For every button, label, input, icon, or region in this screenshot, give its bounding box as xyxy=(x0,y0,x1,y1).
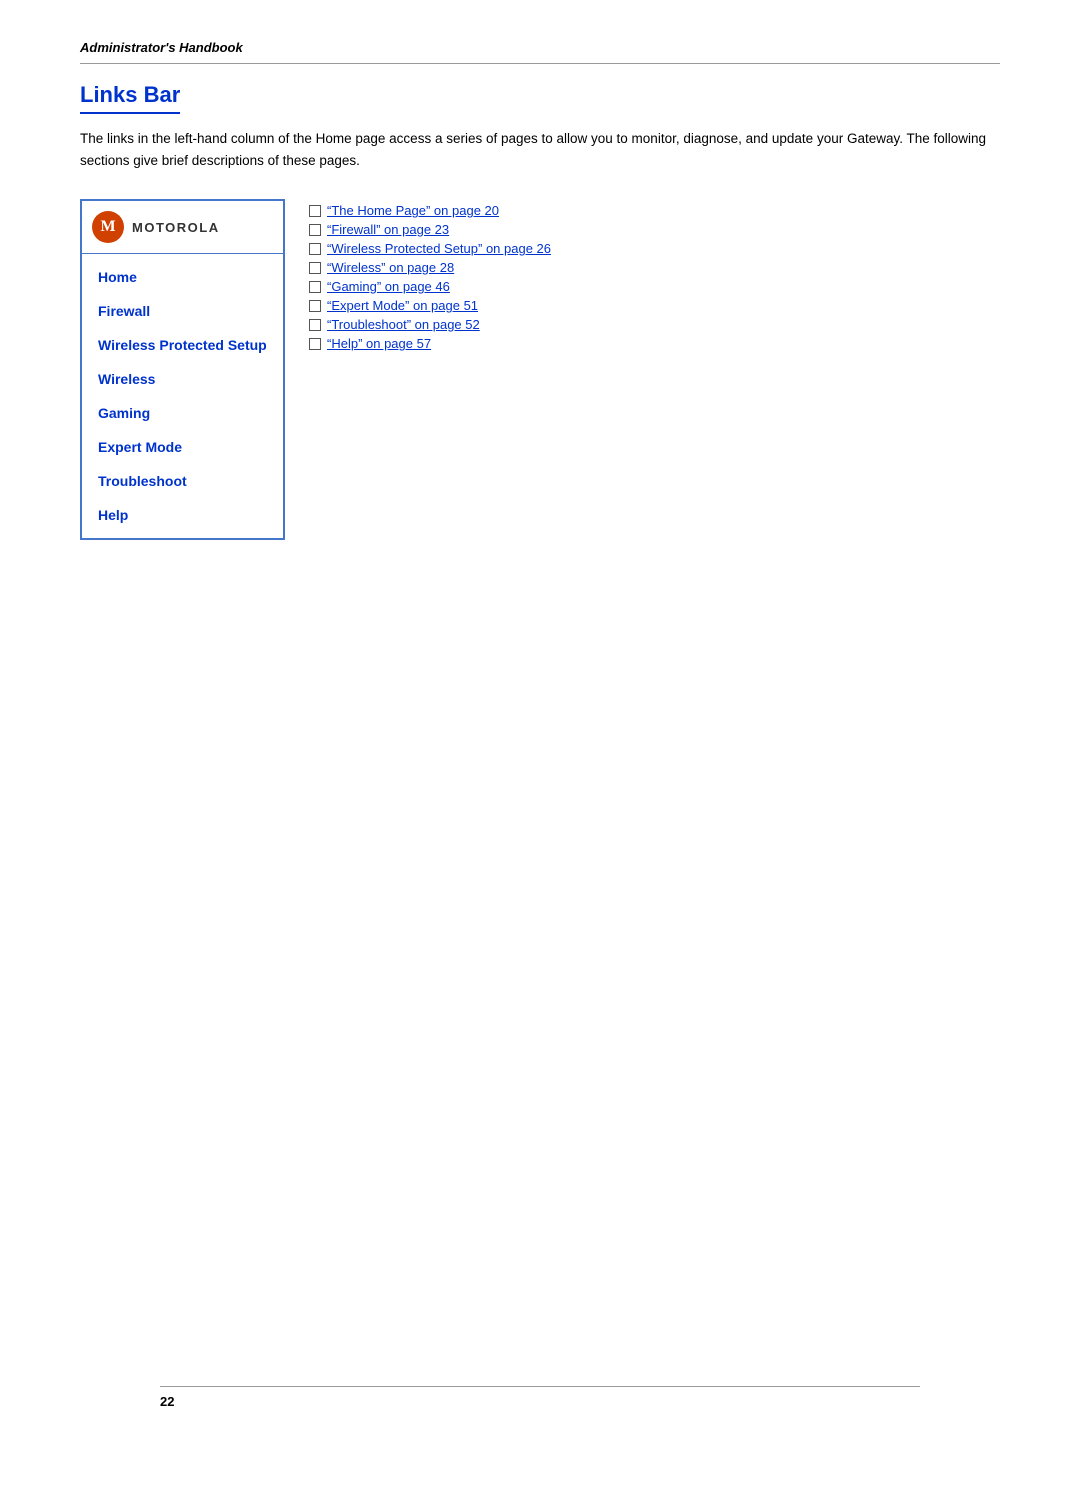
header-italic: Administrator's Handbook xyxy=(80,40,1000,55)
checkbox-icon xyxy=(309,243,321,255)
link-troubleshoot[interactable]: “Troubleshoot” on page 52 xyxy=(327,317,480,332)
page-title: Links Bar xyxy=(80,82,180,114)
nav-items-list: Home Firewall Wireless Protected Setup W… xyxy=(82,254,283,538)
nav-item-expert-mode[interactable]: Expert Mode xyxy=(82,430,283,464)
link-wireless[interactable]: “Wireless” on page 28 xyxy=(327,260,454,275)
nav-item-help[interactable]: Help xyxy=(82,498,283,532)
motorola-m-letter: M xyxy=(100,219,115,235)
motorola-header: M MOTOROLA xyxy=(82,201,283,254)
motorola-logo: M xyxy=(92,211,124,243)
list-item: “Expert Mode” on page 51 xyxy=(309,298,551,313)
page-number: 22 xyxy=(160,1394,174,1409)
bottom-divider xyxy=(160,1386,920,1387)
nav-item-wireless[interactable]: Wireless xyxy=(82,362,283,396)
page-links-list: “The Home Page” on page 20 “Firewall” on… xyxy=(309,199,551,355)
link-firewall[interactable]: “Firewall” on page 23 xyxy=(327,222,449,237)
link-expert-mode[interactable]: “Expert Mode” on page 51 xyxy=(327,298,478,313)
list-item: “Firewall” on page 23 xyxy=(309,222,551,237)
list-item: “The Home Page” on page 20 xyxy=(309,203,551,218)
list-item: “Wireless Protected Setup” on page 26 xyxy=(309,241,551,256)
link-help[interactable]: “Help” on page 57 xyxy=(327,336,431,351)
list-item: “Help” on page 57 xyxy=(309,336,551,351)
nav-item-home[interactable]: Home xyxy=(82,260,283,294)
checkbox-icon xyxy=(309,281,321,293)
nav-panel: M MOTOROLA Home Firewall Wireless Protec… xyxy=(80,199,285,540)
checkbox-icon xyxy=(309,224,321,236)
nav-item-firewall[interactable]: Firewall xyxy=(82,294,283,328)
link-wireless-protected-setup[interactable]: “Wireless Protected Setup” on page 26 xyxy=(327,241,551,256)
list-item: “Wireless” on page 28 xyxy=(309,260,551,275)
content-area: M MOTOROLA Home Firewall Wireless Protec… xyxy=(80,199,1000,540)
checkbox-icon xyxy=(309,262,321,274)
checkbox-icon xyxy=(309,338,321,350)
link-gaming[interactable]: “Gaming” on page 46 xyxy=(327,279,450,294)
nav-item-troubleshoot[interactable]: Troubleshoot xyxy=(82,464,283,498)
motorola-brand-text: MOTOROLA xyxy=(132,220,220,235)
nav-item-wireless-protected-setup[interactable]: Wireless Protected Setup xyxy=(82,328,283,362)
intro-paragraph: The links in the left-hand column of the… xyxy=(80,128,1000,171)
link-home-page[interactable]: “The Home Page” on page 20 xyxy=(327,203,499,218)
checkbox-icon xyxy=(309,319,321,331)
list-item: “Troubleshoot” on page 52 xyxy=(309,317,551,332)
list-item: “Gaming” on page 46 xyxy=(309,279,551,294)
nav-item-gaming[interactable]: Gaming xyxy=(82,396,283,430)
checkbox-icon xyxy=(309,300,321,312)
checkbox-icon xyxy=(309,205,321,217)
top-divider xyxy=(80,63,1000,64)
